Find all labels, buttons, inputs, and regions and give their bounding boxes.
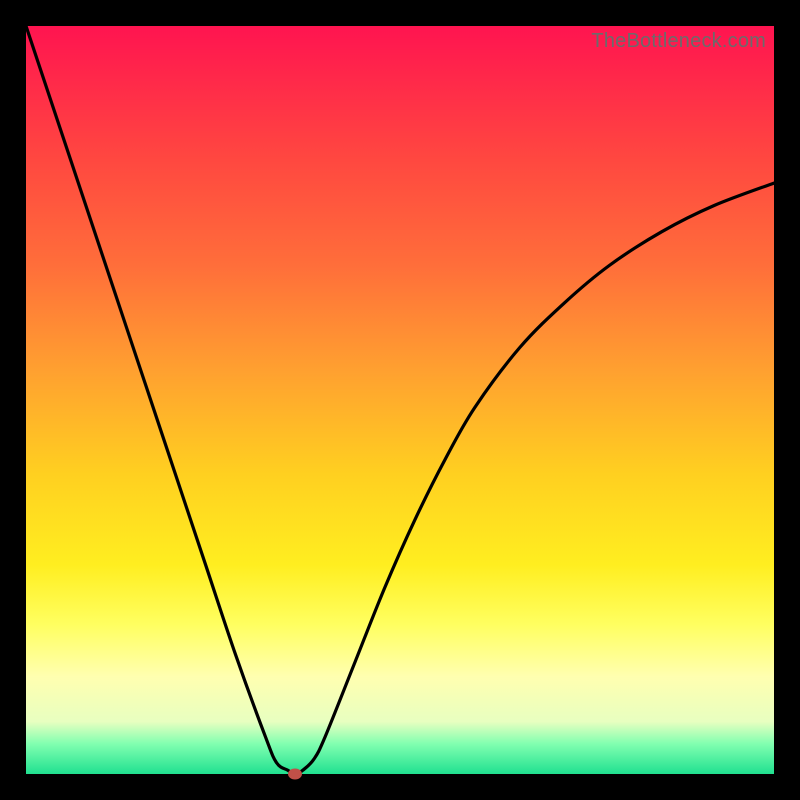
plot-area: TheBottleneck.com bbox=[26, 26, 774, 774]
optimal-point-marker bbox=[288, 769, 302, 780]
curve-layer bbox=[26, 26, 774, 774]
chart-frame: TheBottleneck.com bbox=[0, 0, 800, 800]
bottleneck-curve bbox=[26, 26, 774, 774]
